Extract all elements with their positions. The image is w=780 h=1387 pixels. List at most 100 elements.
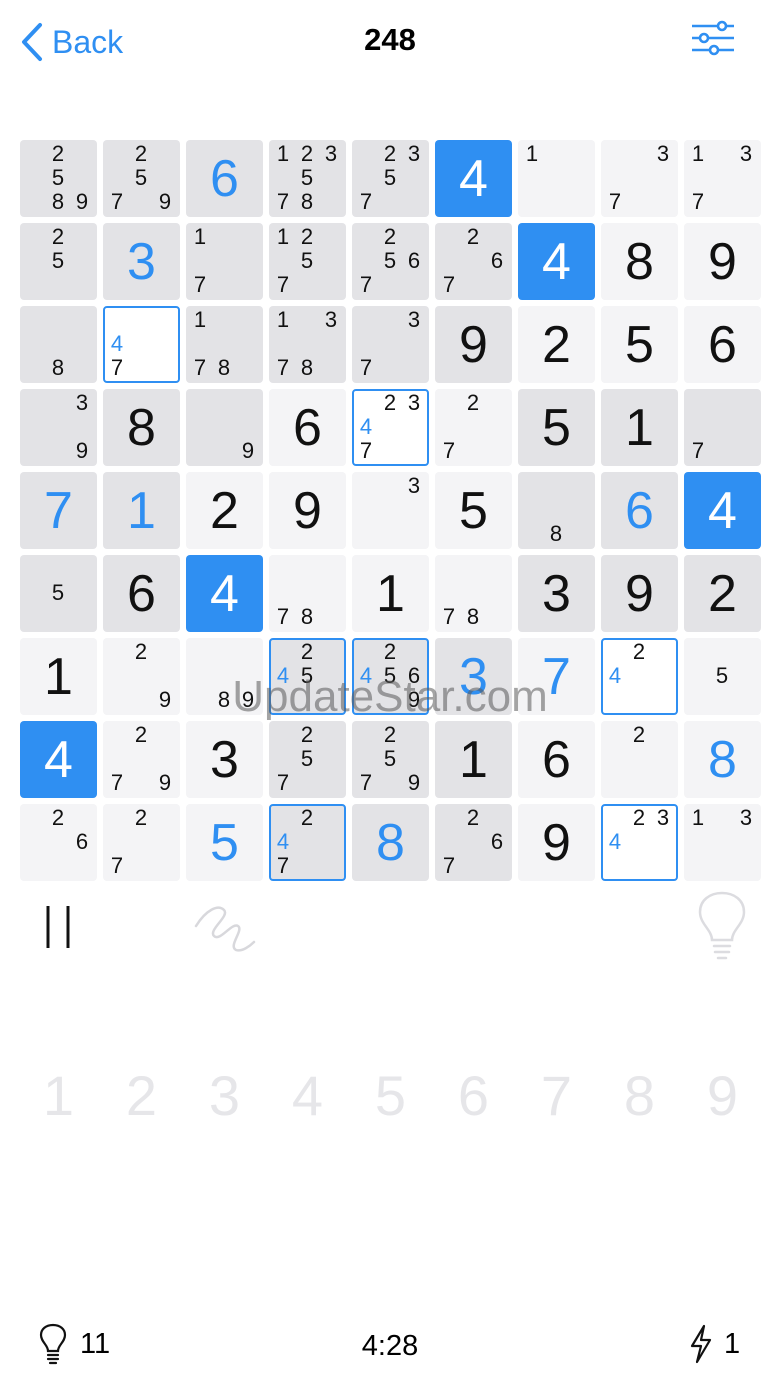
cell-r2c4[interactable]: 1257 <box>269 223 346 300</box>
cell-r6c7[interactable]: 3 <box>518 555 595 632</box>
cell-r3c7[interactable]: 2 <box>518 306 595 383</box>
cell-r7c9[interactable]: 5 <box>684 638 761 715</box>
cell-r8c7[interactable]: 6 <box>518 721 595 798</box>
cell-r7c5[interactable]: 24569 <box>352 638 429 715</box>
settings-button[interactable] <box>690 18 746 66</box>
cell-r8c2[interactable]: 27 9 <box>103 721 180 798</box>
cell-r7c1[interactable]: 1 <box>20 638 97 715</box>
cell-r9c9[interactable]: 13 <box>684 804 761 881</box>
cell-r7c2[interactable]: 29 <box>103 638 180 715</box>
cell-r5c4[interactable]: 9 <box>269 472 346 549</box>
cell-r9c6[interactable]: 26 7 <box>435 804 512 881</box>
number-key-9[interactable]: 9 <box>684 1050 761 1140</box>
cell-r6c2[interactable]: 6 <box>103 555 180 632</box>
cell-r5c7[interactable]: 8 <box>518 472 595 549</box>
cell-r8c5[interactable]: 257 9 <box>352 721 429 798</box>
cell-r4c6[interactable]: 27 <box>435 389 512 466</box>
number-key-1[interactable]: 1 <box>20 1050 97 1140</box>
number-key-8[interactable]: 8 <box>601 1050 678 1140</box>
cell-r4c7[interactable]: 5 <box>518 389 595 466</box>
cell-r6c8[interactable]: 9 <box>601 555 678 632</box>
cell-r2c1[interactable]: 25 <box>20 223 97 300</box>
cell-r3c1[interactable]: 8 <box>20 306 97 383</box>
pencil-mark: 5 <box>383 746 397 771</box>
cell-r8c4[interactable]: 257 <box>269 721 346 798</box>
cell-r2c2[interactable]: 3 <box>103 223 180 300</box>
cell-r7c4[interactable]: 245 <box>269 638 346 715</box>
cell-r4c1[interactable]: 39 <box>20 389 97 466</box>
pencil-mark: 8 <box>300 604 314 629</box>
cell-r5c8[interactable]: 6 <box>601 472 678 549</box>
cell-r3c6[interactable]: 9 <box>435 306 512 383</box>
cell-r5c3[interactable]: 2 <box>186 472 263 549</box>
cell-r2c6[interactable]: 26 7 <box>435 223 512 300</box>
cell-r5c6[interactable]: 5 <box>435 472 512 549</box>
hint-button[interactable] <box>690 890 754 964</box>
cell-r4c2[interactable]: 8 <box>103 389 180 466</box>
cell-r6c1[interactable]: 5 <box>20 555 97 632</box>
cell-r3c4[interactable]: 1 3 78 <box>269 306 346 383</box>
cell-r5c9[interactable]: 4 <box>684 472 761 549</box>
cell-r2c7[interactable]: 4 <box>518 223 595 300</box>
pencil-mark: 2 <box>466 390 480 415</box>
cell-r8c9[interactable]: 8 <box>684 721 761 798</box>
cell-r3c3[interactable]: 1 78 <box>186 306 263 383</box>
cell-r1c9[interactable]: 1 3 7 <box>684 140 761 217</box>
number-key-6[interactable]: 6 <box>435 1050 512 1140</box>
cell-r4c3[interactable]: 9 <box>186 389 263 466</box>
pencil-mark: 7 <box>193 355 207 380</box>
number-key-5[interactable]: 5 <box>352 1050 429 1140</box>
number-key-4[interactable]: 4 <box>269 1050 346 1140</box>
cell-r3c8[interactable]: 5 <box>601 306 678 383</box>
cell-r9c4[interactable]: 247 <box>269 804 346 881</box>
number-key-2[interactable]: 2 <box>103 1050 180 1140</box>
cell-r1c6[interactable]: 4 <box>435 140 512 217</box>
pause-button[interactable] <box>40 902 80 952</box>
cell-r3c2[interactable]: 47 <box>103 306 180 383</box>
number-key-7[interactable]: 7 <box>518 1050 595 1140</box>
cell-r3c5[interactable]: 37 <box>352 306 429 383</box>
cell-r5c1[interactable]: 7 <box>20 472 97 549</box>
pencil-mark: 3 <box>407 473 421 498</box>
cell-r8c1[interactable]: 4 <box>20 721 97 798</box>
cell-r1c4[interactable]: 123578 <box>269 140 346 217</box>
cell-r6c5[interactable]: 1 <box>352 555 429 632</box>
cell-r1c1[interactable]: 2589 <box>20 140 97 217</box>
cell-r8c8[interactable]: 2 <box>601 721 678 798</box>
cell-r6c9[interactable]: 2 <box>684 555 761 632</box>
cell-r6c3[interactable]: 4 <box>186 555 263 632</box>
cell-r8c3[interactable]: 3 <box>186 721 263 798</box>
cell-r9c2[interactable]: 27 <box>103 804 180 881</box>
cell-r2c3[interactable]: 17 <box>186 223 263 300</box>
cell-r8c6[interactable]: 1 <box>435 721 512 798</box>
cell-r6c6[interactable]: 78 <box>435 555 512 632</box>
cell-r6c4[interactable]: 78 <box>269 555 346 632</box>
cell-r1c7[interactable]: 1 <box>518 140 595 217</box>
cell-r7c7[interactable]: 7 <box>518 638 595 715</box>
cell-r1c8[interactable]: 37 <box>601 140 678 217</box>
cell-r2c5[interactable]: 256 7 <box>352 223 429 300</box>
cell-r9c8[interactable]: 23 4 <box>601 804 678 881</box>
cell-r4c9[interactable]: 7 <box>684 389 761 466</box>
cell-r5c2[interactable]: 1 <box>103 472 180 549</box>
cell-r4c5[interactable]: 23 47 <box>352 389 429 466</box>
cell-r1c5[interactable]: 2357 <box>352 140 429 217</box>
pencil-mode-button[interactable] <box>188 896 262 956</box>
cell-r7c8[interactable]: 24 <box>601 638 678 715</box>
cell-r7c3[interactable]: 89 <box>186 638 263 715</box>
cell-r4c8[interactable]: 1 <box>601 389 678 466</box>
cell-r2c8[interactable]: 8 <box>601 223 678 300</box>
cell-r9c1[interactable]: 26 <box>20 804 97 881</box>
pencil-mark: 7 <box>276 355 290 380</box>
cell-r1c3[interactable]: 6 <box>186 140 263 217</box>
cell-r3c9[interactable]: 6 <box>684 306 761 383</box>
number-key-3[interactable]: 3 <box>186 1050 263 1140</box>
cell-r7c6[interactable]: 3 <box>435 638 512 715</box>
cell-r4c4[interactable]: 6 <box>269 389 346 466</box>
cell-r1c2[interactable]: 257 9 <box>103 140 180 217</box>
cell-r5c5[interactable]: 3 <box>352 472 429 549</box>
cell-r9c5[interactable]: 8 <box>352 804 429 881</box>
cell-r2c9[interactable]: 9 <box>684 223 761 300</box>
cell-r9c3[interactable]: 5 <box>186 804 263 881</box>
cell-r9c7[interactable]: 9 <box>518 804 595 881</box>
